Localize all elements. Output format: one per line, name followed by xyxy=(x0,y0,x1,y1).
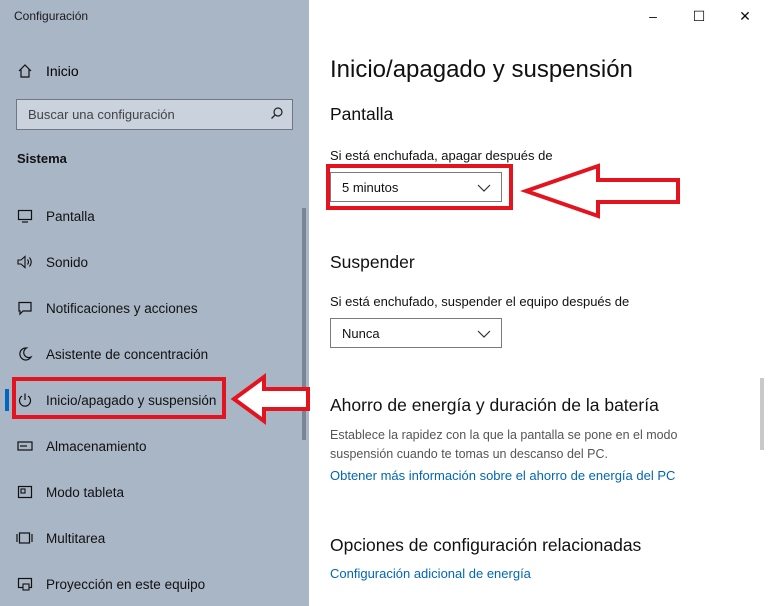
select-highlight-box xyxy=(326,164,513,210)
annotation-arrow-nav-icon xyxy=(230,373,310,425)
sleep-timeout-label: Si está enchufado, suspender el equipo d… xyxy=(330,294,630,309)
page-title: Inicio/apagado y suspensión xyxy=(330,56,633,83)
window-controls: – ☐ ✕ xyxy=(630,0,768,32)
search-icon[interactable] xyxy=(270,106,284,123)
screen-heading: Pantalla xyxy=(330,104,394,124)
sidebar-item-concentracion[interactable]: Asistente de concentración xyxy=(0,334,300,374)
battery-info-link[interactable]: Obtener más información sobre el ahorro … xyxy=(330,468,675,483)
projection-icon xyxy=(16,575,34,593)
notification-icon xyxy=(16,299,34,317)
moon-icon xyxy=(16,345,34,363)
speaker-icon xyxy=(16,253,34,271)
sidebar-item-multitarea[interactable]: Multitarea xyxy=(0,518,300,558)
home-label: Inicio xyxy=(46,63,79,79)
annotation-arrow-select-icon xyxy=(520,163,680,219)
sidebar-item-label: Multitarea xyxy=(46,530,106,546)
home-nav-item[interactable]: Inicio xyxy=(16,60,79,82)
sleep-timeout-select[interactable]: Nunca xyxy=(330,318,502,348)
sidebar-item-label: Notificaciones y acciones xyxy=(46,300,198,316)
sidebar-item-pantalla[interactable]: Pantalla xyxy=(0,196,300,236)
maximize-button[interactable]: ☐ xyxy=(676,0,722,32)
sidebar-item-proyeccion[interactable]: Proyección en este equipo xyxy=(0,564,300,604)
sidebar-item-label: Proyección en este equipo xyxy=(46,576,206,592)
storage-icon xyxy=(16,437,34,455)
nav-highlight-box xyxy=(12,377,226,419)
sidebar-item-notificaciones[interactable]: Notificaciones y acciones xyxy=(0,288,300,328)
search-input[interactable]: Buscar una configuración xyxy=(16,99,293,130)
home-icon xyxy=(16,62,34,80)
app-title: Configuración xyxy=(14,9,89,23)
minimize-button[interactable]: – xyxy=(630,0,676,32)
close-button[interactable]: ✕ xyxy=(722,0,768,32)
sidebar-item-sonido[interactable]: Sonido xyxy=(0,242,300,282)
tablet-icon xyxy=(16,483,34,501)
sidebar-item-label: Pantalla xyxy=(46,208,95,224)
sleep-heading: Suspender xyxy=(330,252,415,272)
battery-description: Establece la rapidez con la que la panta… xyxy=(330,428,678,461)
sidebar-item-label: Almacenamiento xyxy=(46,438,147,454)
chevron-down-icon xyxy=(477,327,491,342)
search-placeholder: Buscar una configuración xyxy=(28,107,175,122)
battery-heading: Ahorro de energía y duración de la bater… xyxy=(330,395,659,415)
main-scrollbar[interactable] xyxy=(760,378,764,450)
related-heading: Opciones de configuración relacionadas xyxy=(330,535,642,555)
sidebar-item-label: Modo tableta xyxy=(46,484,125,500)
monitor-icon xyxy=(16,207,34,225)
active-indicator xyxy=(5,389,9,411)
sidebar: Configuración Inicio Buscar una configur… xyxy=(0,0,309,606)
sidebar-item-modo-tableta[interactable]: Modo tableta xyxy=(0,472,300,512)
sidebar-item-label: Sonido xyxy=(46,254,89,270)
multitask-icon xyxy=(16,529,34,547)
sidebar-item-almacenamiento[interactable]: Almacenamiento xyxy=(0,426,300,466)
section-title: Sistema xyxy=(17,151,67,166)
sidebar-item-label: Asistente de concentración xyxy=(46,346,209,362)
additional-power-link[interactable]: Configuración adicional de energía xyxy=(330,566,531,581)
sleep-timeout-value: Nunca xyxy=(342,325,380,341)
